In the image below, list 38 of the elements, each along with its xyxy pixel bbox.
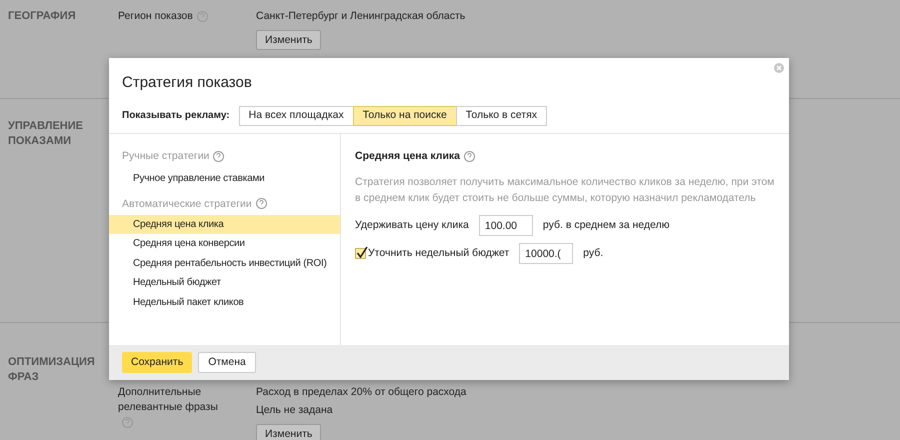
unit-label: руб. в среднем за неделю [542, 218, 670, 233]
help-icon[interactable] [256, 198, 267, 210]
help-icon[interactable] [213, 150, 224, 162]
strategy-item[interactable]: Ручное управление ставками [109, 169, 340, 188]
unit-label: руб. [583, 246, 604, 261]
help-icon[interactable] [464, 150, 476, 162]
group-heading: Автоматические стратегии [109, 196, 340, 212]
close-icon[interactable] [774, 63, 784, 73]
change-button[interactable]: Изменить [256, 424, 322, 440]
section-heading: УПРАВЛЕНИЕ ПОКАЗАМИ [8, 119, 84, 149]
section-heading: ОПТИМИЗАЦИЯ ФРАЗ [8, 355, 96, 385]
strategy-item[interactable]: Недельный бюджет [109, 273, 340, 292]
strategy-title: Средняя цена клика [355, 149, 775, 164]
field-value: Цель не задана [256, 403, 334, 418]
placement-tab[interactable]: На всех площадках [238, 106, 354, 126]
show-ads-label: Показывать рекламу: [122, 109, 230, 123]
section-heading: ГЕОГРАФИЯ [8, 9, 77, 24]
checkbox[interactable] [355, 248, 366, 259]
dialog-title: Стратегия показов [122, 73, 252, 93]
placement-tab[interactable]: Только на поиске [352, 106, 457, 126]
change-button[interactable]: Изменить [256, 30, 322, 50]
placement-tab[interactable]: Только в сетях [456, 106, 548, 126]
strategy-item[interactable]: Средняя цена клика [109, 214, 340, 234]
amount-input[interactable]: 100.00 [478, 215, 533, 236]
field-label: Уточнить недельный бюджет [368, 246, 510, 261]
group-heading: Ручные стратегии [109, 149, 340, 164]
field-value: Санкт-Петербург и Ленинградская область [256, 9, 466, 24]
save-button[interactable]: Сохранить [122, 352, 192, 373]
strategy-description: Стратегия позволяет получить максимальное количество кликов за неделю, при этом в среднем клик будет стоить не больше суммы, которую назначил рекламодатель [355, 175, 775, 206]
strategy-item[interactable]: Недельный пакет кликов [109, 292, 340, 312]
field-label: Удерживать цену клика [355, 218, 469, 233]
field-label: Дополнительные релевантные фразы [118, 385, 218, 430]
field-label: Регион показов [118, 9, 218, 24]
strategy-item[interactable]: Средняя рентабельность инвестиций (ROI) [109, 254, 340, 273]
strategy-item[interactable]: Средняя цена конверсии [109, 234, 340, 254]
amount-input[interactable]: 10000.( [519, 243, 574, 264]
field-value: Расход в пределах 20% от общего расхода [256, 385, 466, 400]
cancel-button[interactable]: Отмена [198, 352, 256, 373]
